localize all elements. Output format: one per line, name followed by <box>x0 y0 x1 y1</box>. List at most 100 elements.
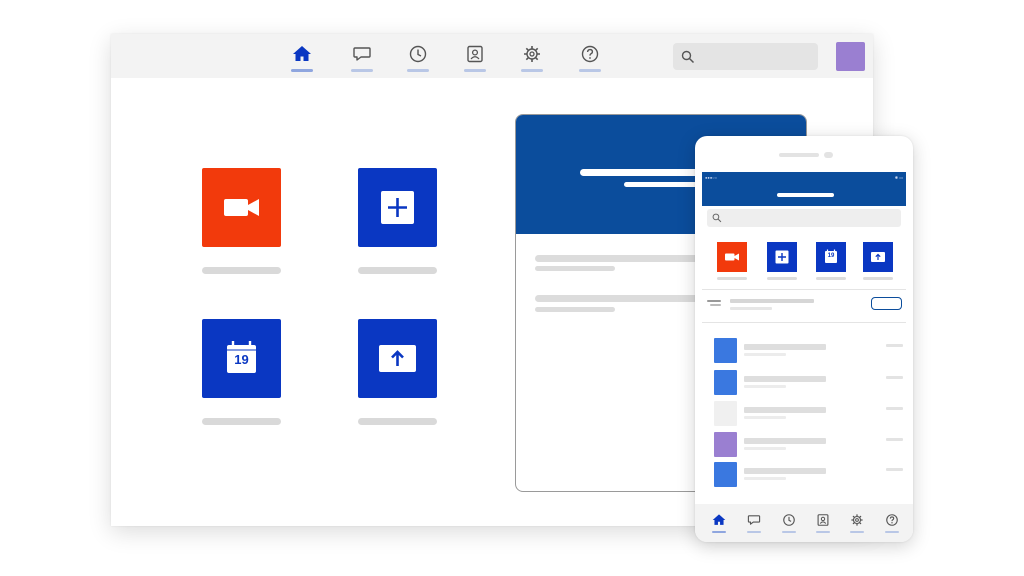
nav-underline <box>579 69 601 72</box>
nav-underline <box>816 531 830 533</box>
contact-icon <box>467 45 483 63</box>
nav-settings-button[interactable] <box>520 44 544 74</box>
list-item[interactable] <box>714 401 904 427</box>
mobile-search-input[interactable] <box>707 209 901 227</box>
upload-icon <box>379 345 416 372</box>
card-text-placeholder <box>535 295 705 302</box>
list-item-thumbnail <box>714 432 737 457</box>
list-item-thumbnail <box>714 370 737 395</box>
tile-label-placeholder <box>202 267 281 274</box>
mobile-calendar-tile[interactable]: 19 <box>816 242 846 272</box>
nav-active-underline <box>712 531 726 533</box>
nav-underline <box>782 531 796 533</box>
battery-indicator: ✱ ▭ <box>894 175 903 180</box>
tile-label-placeholder <box>358 418 437 425</box>
list-item-subtitle-placeholder <box>744 447 786 450</box>
plus-icon <box>767 242 797 272</box>
mobile-nav-chat-button[interactable] <box>744 513 764 537</box>
help-icon <box>886 514 898 526</box>
list-item-thumbnail <box>714 338 737 363</box>
tile-label-placeholder <box>863 277 893 280</box>
mobile-header: ●●●○○ ✱ ▭ <box>702 172 906 206</box>
list-item-subtitle-placeholder <box>744 477 786 480</box>
list-item-title-placeholder <box>744 407 826 413</box>
calendar-tile[interactable]: 19 <box>202 319 281 398</box>
list-item-subtitle-placeholder <box>744 416 786 419</box>
list-item-meta-placeholder <box>886 376 903 379</box>
list-item[interactable] <box>714 338 904 364</box>
upload-tile[interactable] <box>358 319 437 398</box>
mobile-bottom-navigation <box>695 504 913 542</box>
divider <box>702 289 906 290</box>
tile-label-placeholder <box>717 277 747 280</box>
mobile-device: ●●●○○ ✱ ▭ 19 <box>695 136 913 542</box>
avatar[interactable] <box>836 42 865 71</box>
list-item-thumbnail <box>714 462 737 487</box>
top-navigation-bar <box>111 34 873 78</box>
mobile-upload-tile[interactable] <box>863 242 893 272</box>
mobile-action-button[interactable] <box>871 297 902 310</box>
list-item-thumbnail <box>714 401 737 426</box>
list-item[interactable] <box>714 462 904 488</box>
mobile-title-placeholder <box>777 193 834 197</box>
list-item-meta-placeholder <box>886 344 903 347</box>
list-item[interactable] <box>714 432 904 458</box>
mobile-nav-help-button[interactable] <box>882 513 902 537</box>
list-item[interactable] <box>714 370 904 396</box>
calendar-day-number: 19 <box>827 253 835 259</box>
home-icon <box>712 514 726 525</box>
plus-icon <box>381 191 414 224</box>
gear-icon <box>524 46 540 62</box>
help-icon <box>581 45 599 63</box>
list-item-title-placeholder <box>744 468 826 474</box>
list-item-subtitle-placeholder <box>744 385 786 388</box>
list-item-title-placeholder <box>744 438 826 444</box>
new-item-tile[interactable] <box>358 168 437 247</box>
nav-home-button[interactable] <box>290 44 314 74</box>
mobile-nav-home-button[interactable] <box>709 513 729 537</box>
signal-indicator: ●●●○○ <box>705 175 718 180</box>
section-title-placeholder <box>730 299 814 303</box>
phone-camera <box>824 152 833 158</box>
tile-label-placeholder <box>202 418 281 425</box>
nav-clock-button[interactable] <box>406 44 430 74</box>
nav-contact-button[interactable] <box>463 44 487 74</box>
nav-underline <box>521 69 543 72</box>
card-text-placeholder <box>535 266 615 271</box>
menu-icon <box>707 300 721 302</box>
nav-underline <box>351 69 373 72</box>
search-input[interactable] <box>673 43 818 70</box>
card-text-placeholder <box>535 255 705 262</box>
list-item-subtitle-placeholder <box>744 353 786 356</box>
tile-label-placeholder <box>816 277 846 280</box>
divider <box>702 322 906 323</box>
nav-underline <box>850 531 864 533</box>
illustration-stage: 19 ●●●○○ ✱ ▭ 19 <box>0 0 1024 576</box>
card-subtitle-placeholder <box>624 182 704 187</box>
mobile-nav-clock-button[interactable] <box>779 513 799 537</box>
contact-icon <box>817 514 829 526</box>
list-item-meta-placeholder <box>886 468 903 471</box>
mobile-new-item-tile[interactable] <box>767 242 797 272</box>
clock-icon <box>783 514 795 526</box>
mobile-nav-settings-button[interactable] <box>847 513 867 537</box>
video-meeting-tile[interactable] <box>202 168 281 247</box>
mobile-video-meeting-tile[interactable] <box>717 242 747 272</box>
chat-icon <box>747 515 761 525</box>
list-item-meta-placeholder <box>886 438 903 441</box>
video-camera-icon <box>717 242 747 272</box>
nav-chat-button[interactable] <box>350 44 374 74</box>
list-item-meta-placeholder <box>886 407 903 410</box>
gear-icon <box>851 514 863 526</box>
search-icon <box>712 213 722 223</box>
upload-icon <box>863 242 893 272</box>
nav-help-button[interactable] <box>578 44 602 74</box>
list-item-title-placeholder <box>744 376 826 382</box>
tile-label-placeholder <box>767 277 797 280</box>
list-item-title-placeholder <box>744 344 826 350</box>
nav-underline <box>464 69 486 72</box>
mobile-nav-contact-button[interactable] <box>813 513 833 537</box>
chat-icon <box>353 47 371 61</box>
calendar-day-number: 19 <box>234 352 249 367</box>
nav-underline <box>747 531 761 533</box>
